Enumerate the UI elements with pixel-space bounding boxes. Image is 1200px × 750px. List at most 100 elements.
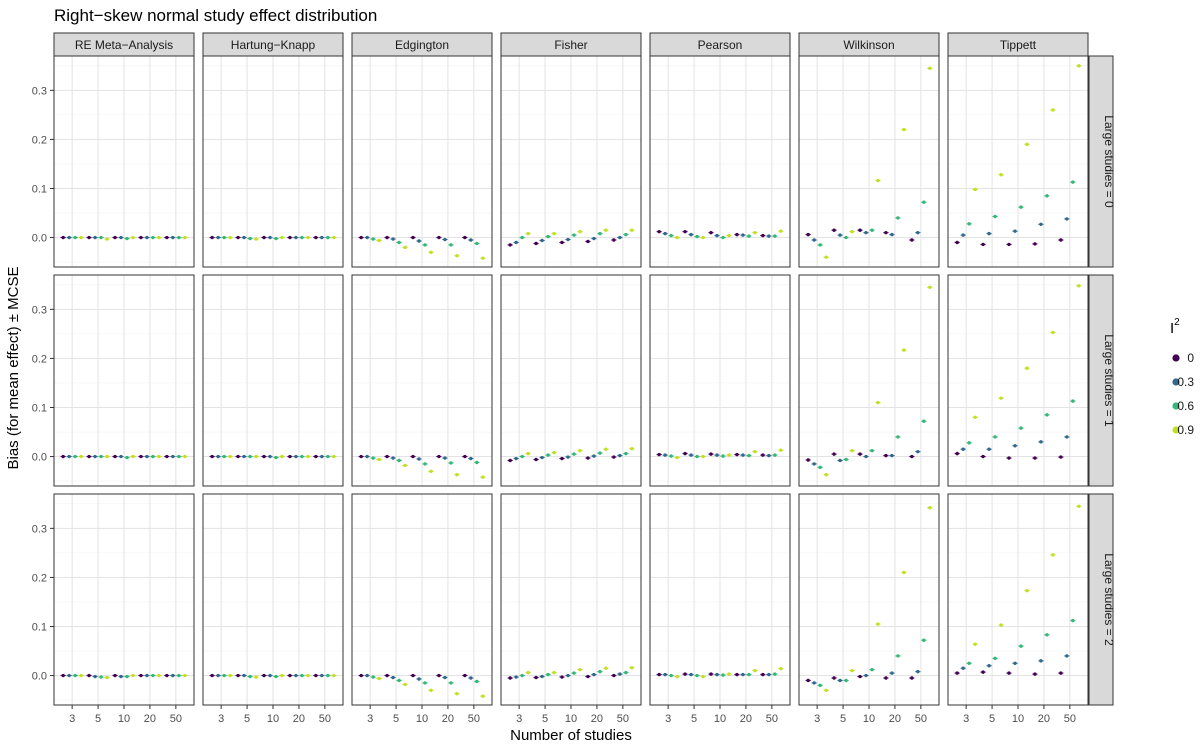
- row-strip-label: Large studies = 2: [1102, 553, 1116, 646]
- data-point: [365, 673, 369, 678]
- data-point: [314, 454, 318, 459]
- data-point: [864, 454, 868, 459]
- data-point: [890, 232, 894, 237]
- data-point: [463, 454, 467, 459]
- data-point: [248, 236, 252, 241]
- x-tick-label: 50: [617, 713, 629, 725]
- legend-item: 0: [1172, 351, 1194, 365]
- panel: [202, 274, 344, 487]
- data-point: [210, 673, 214, 678]
- x-axis-label: Number of studies: [510, 727, 632, 744]
- data-point: [1051, 553, 1055, 557]
- panel: [53, 274, 195, 487]
- data-point: [1033, 672, 1037, 676]
- data-point: [1007, 242, 1011, 247]
- data-point: [423, 681, 427, 685]
- data-point: [572, 671, 576, 675]
- data-point: [876, 622, 880, 626]
- data-point: [391, 675, 395, 680]
- data-point: [838, 458, 842, 463]
- data-point: [735, 672, 739, 677]
- data-point: [268, 673, 272, 678]
- panel: [649, 274, 791, 487]
- data-point: [630, 666, 634, 670]
- column-strip-label: Tippett: [1000, 38, 1037, 52]
- data-point: [864, 673, 868, 678]
- data-point: [397, 458, 401, 463]
- data-point: [546, 453, 550, 457]
- panel: [202, 493, 344, 706]
- x-tick-label: 20: [740, 713, 752, 725]
- data-point: [747, 234, 751, 238]
- data-point: [1019, 426, 1023, 430]
- panel: [351, 274, 493, 487]
- data-point: [145, 235, 149, 240]
- data-point: [987, 231, 991, 236]
- data-point: [779, 448, 783, 452]
- data-point: [586, 239, 590, 244]
- data-point: [1013, 444, 1017, 448]
- data-point: [320, 673, 324, 678]
- panel: [351, 493, 493, 706]
- data-point: [79, 454, 83, 459]
- data-point: [294, 454, 298, 459]
- data-point: [171, 235, 175, 240]
- data-point: [709, 230, 713, 235]
- panel: [53, 493, 195, 706]
- data-point: [695, 234, 699, 239]
- data-point: [332, 235, 336, 240]
- data-point: [967, 661, 971, 665]
- data-point: [572, 233, 576, 237]
- data-point: [171, 673, 175, 678]
- data-point: [165, 673, 169, 678]
- data-point: [411, 235, 415, 240]
- x-tick-label: 3: [516, 713, 522, 725]
- data-point: [300, 454, 304, 459]
- data-point: [236, 673, 240, 678]
- data-point: [824, 255, 828, 259]
- data-point: [411, 454, 415, 459]
- data-point: [578, 229, 582, 234]
- column-strip: RE Meta−Analysis: [53, 32, 195, 57]
- data-point: [1039, 440, 1043, 444]
- data-point: [125, 455, 129, 460]
- data-point: [411, 673, 415, 678]
- x-tick-label: 50: [468, 713, 480, 725]
- data-point: [850, 668, 854, 673]
- data-point: [105, 675, 109, 680]
- data-point: [910, 676, 914, 680]
- data-point: [598, 231, 602, 236]
- data-point: [928, 506, 932, 510]
- data-point: [663, 672, 667, 677]
- data-point: [721, 454, 725, 458]
- data-point: [177, 235, 181, 240]
- x-tick-label: 5: [691, 713, 697, 725]
- data-point: [222, 454, 226, 459]
- y-tick-label: 0.2: [32, 572, 47, 584]
- data-point: [999, 173, 1003, 177]
- data-point: [262, 235, 266, 240]
- column-strip-label: Fisher: [554, 38, 587, 52]
- data-point: [288, 454, 292, 459]
- legend: I2 0 0.3 0.6 0.9: [1170, 317, 1194, 437]
- data-point: [73, 454, 77, 459]
- data-point: [534, 675, 538, 680]
- data-point: [274, 236, 278, 241]
- data-point: [981, 670, 985, 674]
- data-point: [105, 237, 109, 241]
- data-point: [262, 673, 266, 678]
- data-point: [371, 237, 375, 241]
- data-point: [371, 456, 375, 460]
- data-point: [1045, 413, 1049, 417]
- data-point: [955, 240, 959, 245]
- data-point: [850, 229, 854, 234]
- data-point: [417, 677, 421, 681]
- data-point: [391, 237, 395, 241]
- data-point: [546, 234, 550, 239]
- data-point: [397, 678, 401, 683]
- data-point: [242, 673, 246, 678]
- data-point: [359, 454, 363, 459]
- data-point: [1077, 284, 1081, 288]
- data-point: [806, 232, 810, 237]
- data-point: [695, 454, 699, 459]
